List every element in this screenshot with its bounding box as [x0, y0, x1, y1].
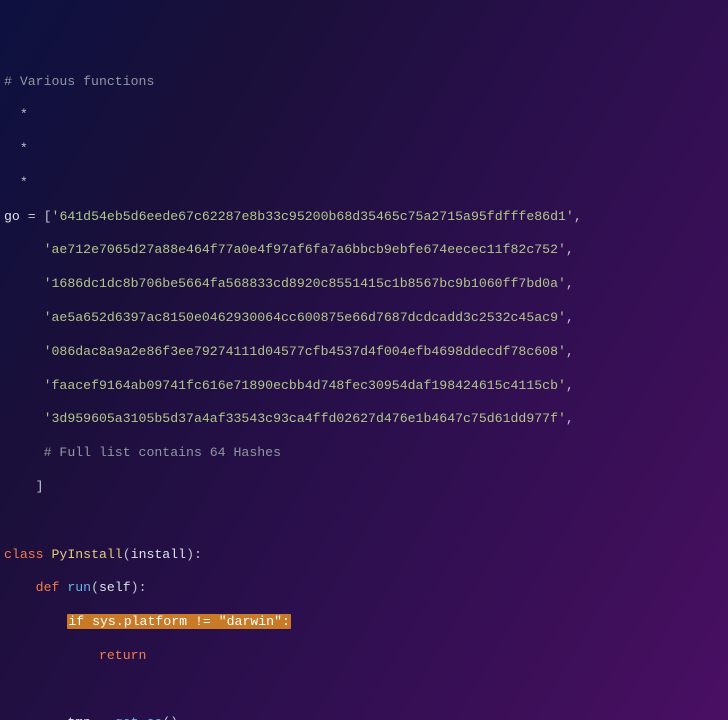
hash-string: 'faacef9164ab09741fc616e71890ecbb4d748fe…	[44, 378, 566, 393]
hash-string: '1686dc1dc8b706be5664fa568833cd8920c8551…	[44, 276, 566, 291]
code-line: 'ae5a652d6397ac8150e0462930064cc600875e6…	[4, 310, 724, 327]
code-line: *	[4, 175, 724, 192]
code-line: return	[4, 648, 724, 665]
code-line: # Various functions	[4, 74, 724, 91]
blank-line	[4, 513, 724, 530]
ellipsis-dot: *	[20, 175, 28, 190]
function-name: run	[67, 580, 91, 595]
comment: # Full list contains 64 Hashes	[44, 445, 281, 460]
keyword-def: def	[36, 580, 60, 595]
comment: # Various functions	[4, 74, 154, 89]
highlight: if sys.platform != "darwin":	[67, 614, 291, 629]
ellipsis-dot: *	[20, 141, 28, 156]
class-name: PyInstall	[52, 547, 123, 562]
keyword-return: return	[99, 648, 146, 663]
code-line: go = ['641d54eb5d6eede67c62287e8b33c9520…	[4, 209, 724, 226]
keyword-class: class	[4, 547, 44, 562]
code-line: 'ae712e7065d27a88e464f77a0e4f97af6fa7a6b…	[4, 242, 724, 259]
code-line: # Full list contains 64 Hashes	[4, 445, 724, 462]
code-line: 'faacef9164ab09741fc616e71890ecbb4d748fe…	[4, 378, 724, 395]
code-line: *	[4, 141, 724, 158]
code-line: if sys.platform != "darwin":	[4, 614, 724, 631]
hash-string: '3d959605a3105b5d37a4af33543c93ca4ffd026…	[44, 411, 566, 426]
hash-string: '641d54eb5d6eede67c62287e8b33c95200b68d3…	[52, 209, 574, 224]
code-line: def run(self):	[4, 580, 724, 597]
code-line: '3d959605a3105b5d37a4af33543c93ca4ffd026…	[4, 411, 724, 428]
hash-string: 'ae5a652d6397ac8150e0462930064cc600875e6…	[44, 310, 566, 325]
variable: go	[4, 209, 20, 224]
ellipsis-dot: *	[20, 107, 28, 122]
hash-string: 'ae712e7065d27a88e464f77a0e4f97af6fa7a6b…	[44, 242, 566, 257]
code-line: tmp = get_co()	[4, 715, 724, 720]
code-line: class PyInstall(install):	[4, 547, 724, 564]
blank-line	[4, 682, 724, 699]
code-line: '1686dc1dc8b706be5664fa568833cd8920c8551…	[4, 276, 724, 293]
code-line: *	[4, 107, 724, 124]
code-line: '086dac8a9a2e86f3ee79274111d04577cfb4537…	[4, 344, 724, 361]
code-line: ]	[4, 479, 724, 496]
hash-string: '086dac8a9a2e86f3ee79274111d04577cfb4537…	[44, 344, 566, 359]
